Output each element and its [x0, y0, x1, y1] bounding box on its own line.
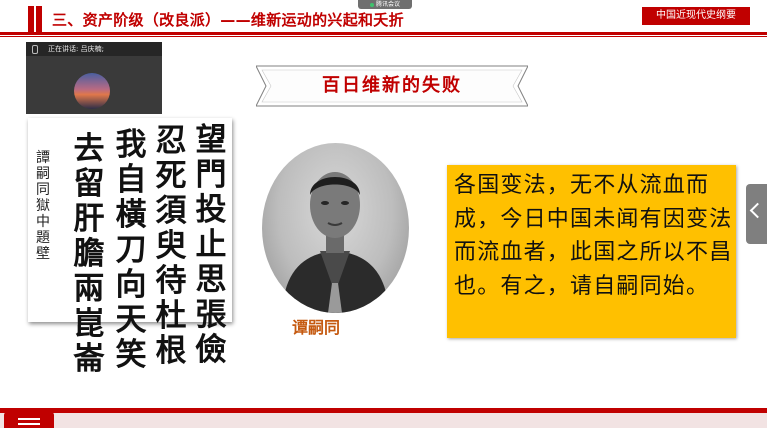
footer-strip [0, 413, 767, 428]
status-dot-icon [369, 2, 374, 7]
speaker-label: 正在讲话: 吕庆楠; [48, 45, 104, 53]
header-divider [0, 32, 767, 35]
portrait-figure-icon [282, 172, 389, 313]
quote-text: 各国变法，无不从流血而成，今日中国未闻有因变法而流血者，此国之所以不昌也。有之，… [454, 173, 733, 299]
header-accent-bar [36, 6, 42, 32]
video-preview[interactable]: 正在讲话: 吕庆楠; [26, 42, 162, 114]
meeting-badge-label: 腾讯会议 [375, 1, 400, 8]
header-divider [0, 36, 767, 37]
side-panel-toggle[interactable] [746, 184, 767, 244]
meeting-status-badge[interactable]: 腾讯会议 [358, 0, 412, 9]
calligraphy-column: 我自橫刀向天笑 [115, 127, 147, 373]
calligraphy-column: 忍死須臾待杜根 [155, 123, 187, 369]
calligraphy-image: 望門投止思張儉 忍死須臾待杜根 我自橫刀向天笑 去留肝膽兩崑崙 譚嗣同獄中題壁 [28, 118, 232, 377]
footer-divider [0, 408, 767, 413]
page-title: 三、资产阶级（改良派）——维新运动的兴起和夭折 [52, 11, 404, 29]
menu-button[interactable] [4, 412, 54, 428]
menu-icon [18, 423, 40, 425]
chevron-left-icon [749, 202, 766, 219]
calligraphy-signature: 譚嗣同獄中題壁 [36, 150, 50, 262]
menu-icon [18, 418, 40, 420]
calligraphy-column: 望門投止思張儉 [195, 122, 227, 368]
header-accent-bar [28, 6, 34, 32]
calligraphy-column: 去留肝膽兩崑崙 [73, 131, 105, 377]
avatar [74, 73, 110, 109]
portrait-caption: 谭嗣同 [292, 318, 341, 337]
course-badge: 中国近现代史纲要 [642, 7, 750, 25]
quote-box: 各国变法，无不从流血而成，今日中国未闻有因变法而流血者，此国之所以不昌也。有之，… [447, 165, 736, 338]
portrait-photo [262, 143, 409, 313]
microphone-icon [32, 45, 38, 54]
video-topbar: 正在讲话: 吕庆楠; [26, 42, 162, 56]
slide-title: 百日维新的失败 [322, 75, 462, 96]
slide-title-banner: 百日维新的失败 [256, 64, 528, 108]
